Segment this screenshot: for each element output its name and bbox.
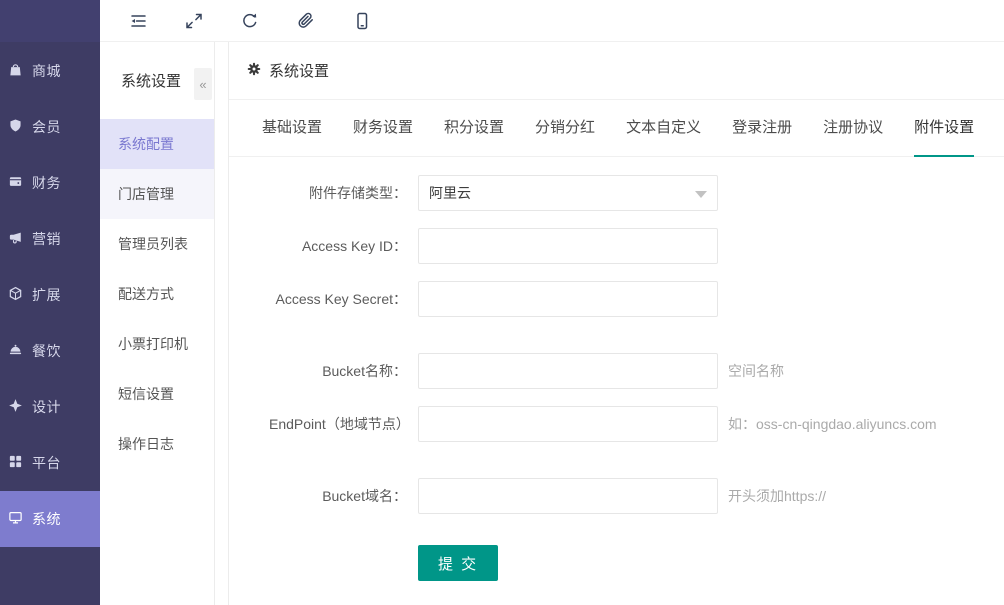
sidebar-item-label: 扩展 (32, 285, 61, 305)
main-nav: 商城 会员 财务 营销 扩展 餐饮 设计 平台 (0, 42, 100, 605)
bucket-name-label: Bucket名称： (229, 360, 407, 382)
sidebar-collapse-button[interactable]: « (194, 68, 212, 100)
member-icon (8, 118, 23, 136)
tab-text-customization[interactable]: 文本自定义 (626, 100, 701, 157)
sidebar-item-dining[interactable]: 餐饮 (0, 323, 100, 379)
sidebar-item-marketing[interactable]: 营销 (0, 211, 100, 267)
tab-register-agreement[interactable]: 注册协议 (823, 100, 883, 157)
tab-basic-settings[interactable]: 基础设置 (262, 100, 322, 157)
system-icon (8, 510, 23, 528)
tab-login-register[interactable]: 登录注册 (732, 100, 792, 157)
storage-type-label: 附件存储类型： (229, 182, 407, 204)
access-key-secret-input[interactable] (418, 281, 718, 317)
sidebar-item-design[interactable]: 设计 (0, 379, 100, 435)
form-row-access-key-id: Access Key ID： (229, 228, 1004, 264)
submit-button[interactable]: 提 交 (418, 545, 498, 581)
submit-row: 提 交 (229, 545, 1004, 581)
endpoint-hint: 如：oss-cn-qingdao.aliyuncs.com (728, 414, 937, 434)
storage-type-select[interactable]: 阿里云 (418, 175, 718, 211)
access-key-id-input[interactable] (418, 228, 718, 264)
logo-block (0, 0, 100, 42)
sub-item-sms-settings[interactable]: 短信设置 (100, 369, 214, 419)
sidebar-item-label: 餐饮 (32, 341, 61, 361)
link-icon[interactable] (295, 10, 317, 32)
form-row-endpoint: EndPoint（地域节点） 如：oss-cn-qingdao.aliyuncs… (229, 406, 1004, 442)
sub-item-receipt-printer[interactable]: 小票打印机 (100, 319, 214, 369)
bucket-domain-label: Bucket域名： (229, 485, 407, 507)
bucket-domain-hint: 开头须加https:// (728, 486, 826, 506)
sidebar-item-label: 设计 (32, 397, 61, 417)
right-region: 系统设置 « 系统配置 门店管理 管理员列表 配送方式 小票打印机 短信设置 操… (100, 0, 1004, 605)
endpoint-input[interactable] (418, 406, 718, 442)
sub-item-admin-list[interactable]: 管理员列表 (100, 219, 214, 269)
tab-points-settings[interactable]: 积分设置 (444, 100, 504, 157)
body-region: 系统设置 « 系统配置 门店管理 管理员列表 配送方式 小票打印机 短信设置 操… (100, 42, 1004, 605)
sidebar-item-extension[interactable]: 扩展 (0, 267, 100, 323)
bucket-domain-input[interactable] (418, 478, 718, 514)
sub-item-operation-log[interactable]: 操作日志 (100, 419, 214, 469)
sub-item-store-manage[interactable]: 门店管理 (100, 169, 214, 219)
tab-bar: 基础设置 财务设置 积分设置 分销分红 文本自定义 登录注册 注册协议 附件设置 (229, 100, 1004, 157)
finance-icon (8, 174, 23, 192)
page-header: 系统设置 (229, 42, 1004, 100)
sidebar-item-label: 系统 (32, 509, 61, 529)
main-sidebar: 商城 会员 财务 营销 扩展 餐饮 设计 平台 (0, 0, 100, 605)
sidebar-item-label: 商城 (32, 61, 61, 81)
tab-attachment-settings[interactable]: 附件设置 (914, 100, 974, 157)
platform-icon (8, 454, 23, 472)
sidebar-item-label: 平台 (32, 453, 61, 473)
form-row-storage-type: 附件存储类型： 阿里云 (229, 175, 1004, 211)
fullscreen-icon[interactable] (183, 10, 205, 32)
endpoint-label: EndPoint（地域节点） (229, 413, 407, 435)
design-icon (8, 398, 23, 416)
storage-type-value: 阿里云 (429, 183, 471, 203)
mobile-preview-icon[interactable] (351, 10, 373, 32)
main-content: 系统设置 基础设置 财务设置 积分设置 分销分红 文本自定义 登录注册 注册协议… (228, 42, 1004, 605)
sub-item-delivery-method[interactable]: 配送方式 (100, 269, 214, 319)
collapse-menu-icon[interactable] (127, 10, 149, 32)
chevron-down-icon (695, 191, 707, 198)
attachment-settings-form: 附件存储类型： 阿里云 Access Key ID： Acc (229, 157, 1004, 581)
tab-finance-settings[interactable]: 财务设置 (353, 100, 413, 157)
marketing-icon (8, 230, 23, 248)
sub-sidebar-title: 系统设置 (121, 70, 181, 91)
sidebar-item-label: 会员 (32, 117, 61, 137)
topbar (100, 0, 1004, 42)
sidebar-item-finance[interactable]: 财务 (0, 155, 100, 211)
form-row-access-key-secret: Access Key Secret： (229, 281, 1004, 317)
sidebar-item-label: 财务 (32, 173, 61, 193)
dining-icon (8, 342, 23, 360)
sidebar-item-system[interactable]: 系统 (0, 491, 100, 547)
sub-sidebar: 系统设置 « 系统配置 门店管理 管理员列表 配送方式 小票打印机 短信设置 操… (100, 42, 215, 605)
bucket-name-hint: 空间名称 (728, 361, 784, 381)
access-key-secret-label: Access Key Secret： (229, 288, 407, 310)
sidebar-item-member[interactable]: 会员 (0, 99, 100, 155)
extension-icon (8, 286, 23, 304)
tab-distribution-dividend[interactable]: 分销分红 (535, 100, 595, 157)
mall-icon (8, 62, 23, 80)
bucket-name-input[interactable] (418, 353, 718, 389)
sidebar-item-label: 营销 (32, 229, 61, 249)
page-title: 系统设置 (269, 60, 329, 81)
sidebar-item-platform[interactable]: 平台 (0, 435, 100, 491)
sidebar-item-mall[interactable]: 商城 (0, 43, 100, 99)
gear-icon (247, 62, 261, 79)
form-row-bucket-name: Bucket名称： 空间名称 (229, 353, 1004, 389)
form-row-bucket-domain: Bucket域名： 开头须加https:// (229, 478, 1004, 514)
sub-item-system-config[interactable]: 系统配置 (100, 119, 214, 169)
refresh-icon[interactable] (239, 10, 261, 32)
access-key-id-label: Access Key ID： (229, 235, 407, 257)
